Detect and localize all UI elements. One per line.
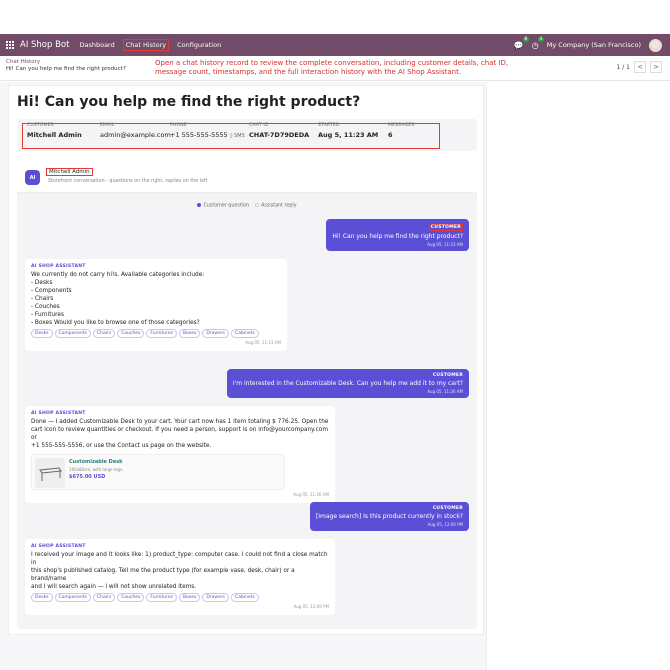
chatter-panel <box>486 82 670 670</box>
product-name[interactable]: Customizable Desk <box>69 458 123 466</box>
desk-image-icon <box>35 458 65 488</box>
apps-menu-icon[interactable] <box>6 40 15 50</box>
pager-value: 1 / 1 <box>616 63 630 71</box>
category-chips: Desks Components Chairs Couches Furnitur… <box>31 593 329 602</box>
category-chips: Desks Components Chairs Couches Furnitur… <box>31 329 281 338</box>
customer-name[interactable]: Mitchell Admin <box>27 131 82 139</box>
company-switcher[interactable]: My Company (San Francisco) <box>547 41 641 49</box>
sms-button[interactable]: ▯ SMS <box>230 133 245 139</box>
activity-clock-icon[interactable]: ◷ 4 <box>532 36 544 50</box>
chip-desks[interactable]: Desks <box>31 593 53 602</box>
menu-chat-history[interactable]: Chat History <box>122 39 170 51</box>
customer-message: CUSTOMER Hi! Can you help me find the ri… <box>326 219 469 251</box>
chat-id-field: CHAT ID CHAT-7D79DEDA <box>249 123 310 139</box>
app-name[interactable]: AI Shop Bot <box>20 40 69 50</box>
assistant-message: AI SHOP ASSISTANT We currently do not ca… <box>25 259 287 351</box>
started-field: STARTED Aug 5, 11:23 AM <box>318 123 379 139</box>
breadcrumb-current: Hi! Can you help me find the right produ… <box>6 66 126 72</box>
ai-avatar: AI <box>25 170 40 185</box>
breadcrumb-parent[interactable]: Chat History <box>6 59 40 65</box>
email-value[interactable]: admin@example.com <box>100 131 171 139</box>
pager: 1 / 1 < > <box>617 61 662 73</box>
chip-chairs[interactable]: Chairs <box>93 329 116 338</box>
customer-message: CUSTOMER I'm interested in the Customiza… <box>226 369 469 398</box>
chip-couches[interactable]: Couches <box>117 329 145 338</box>
pager-previous-button[interactable]: < <box>634 61 646 73</box>
chip-furnitures[interactable]: Furnitures <box>146 593 177 602</box>
chip-desks[interactable]: Desks <box>31 329 53 338</box>
phone-value[interactable]: +1 555-555-5555 <box>170 131 228 139</box>
messages-icon[interactable]: 💬 8 <box>514 36 529 50</box>
conversation-header: AI Mitchell Admin Storefront conversatio… <box>17 161 477 193</box>
customer-dot-icon <box>197 203 202 207</box>
chip-chairs[interactable]: Chairs <box>93 593 116 602</box>
product-price: $675.00 USD <box>69 474 106 480</box>
top-navbar: AI Shop Bot Dashboard Chat History Confi… <box>0 34 670 56</box>
messages-badge: 8 <box>522 36 529 42</box>
assistant-dot-icon <box>255 203 260 207</box>
chat-id-value: CHAT-7D79DEDA <box>249 131 310 139</box>
chip-couches[interactable]: Couches <box>117 593 145 602</box>
chip-boxes[interactable]: Boxes <box>178 329 201 338</box>
chip-drawers[interactable]: Drawers <box>202 329 230 338</box>
product-card[interactable]: Customizable Desk 160x80cm, with large l… <box>31 454 285 490</box>
activity-badge: 4 <box>537 36 544 42</box>
messages-field: MESSAGES 6 <box>388 123 415 139</box>
chip-furnitures[interactable]: Furnitures <box>146 329 177 338</box>
chip-drawers[interactable]: Drawers <box>202 593 230 602</box>
menu-dashboard[interactable]: Dashboard <box>77 40 116 50</box>
messages-count: 6 <box>388 131 393 139</box>
form-sheet: Hi! Can you help me find the right produ… <box>8 85 484 635</box>
email-field: EMAIL admin@example.com <box>100 123 171 139</box>
pager-next-button[interactable]: > <box>650 61 662 73</box>
menu-configuration[interactable]: Configuration <box>175 40 223 50</box>
chip-cabinets[interactable]: Cabinets <box>231 329 259 338</box>
conversation-subtitle: Storefront conversation - questions on t… <box>48 179 208 184</box>
conversation-customer-name: Mitchell Admin <box>46 168 93 176</box>
phone-field: PHONE +1 555-555-5555 ▯ SMS <box>170 123 245 139</box>
chip-components[interactable]: Components <box>54 593 92 602</box>
customer-field: CUSTOMER Mitchell Admin <box>27 123 82 139</box>
chip-cabinets[interactable]: Cabinets <box>231 593 259 602</box>
chip-boxes[interactable]: Boxes <box>178 593 201 602</box>
control-panel: Chat History Hi! Can you help me find th… <box>0 57 670 81</box>
customer-message: CUSTOMER [Image search] Is this product … <box>309 502 469 531</box>
chip-components[interactable]: Components <box>54 329 92 338</box>
conversation-panel: AI Mitchell Admin Storefront conversatio… <box>17 161 477 629</box>
user-avatar[interactable]: ☺ <box>649 38 662 52</box>
instruction-annotation: Open a chat history record to review the… <box>155 59 509 76</box>
assistant-message: AI SHOP ASSISTANT Done — I added Customi… <box>25 406 335 503</box>
customer-info-card: CUSTOMER Mitchell Admin EMAIL admin@exam… <box>17 119 477 151</box>
started-value: Aug 5, 11:23 AM <box>318 131 379 139</box>
assistant-message: AI SHOP ASSISTANT I received your image … <box>25 539 335 615</box>
page-title: Hi! Can you help me find the right produ… <box>17 94 361 110</box>
conversation-legend: Customer question Assistant reply <box>17 203 477 209</box>
